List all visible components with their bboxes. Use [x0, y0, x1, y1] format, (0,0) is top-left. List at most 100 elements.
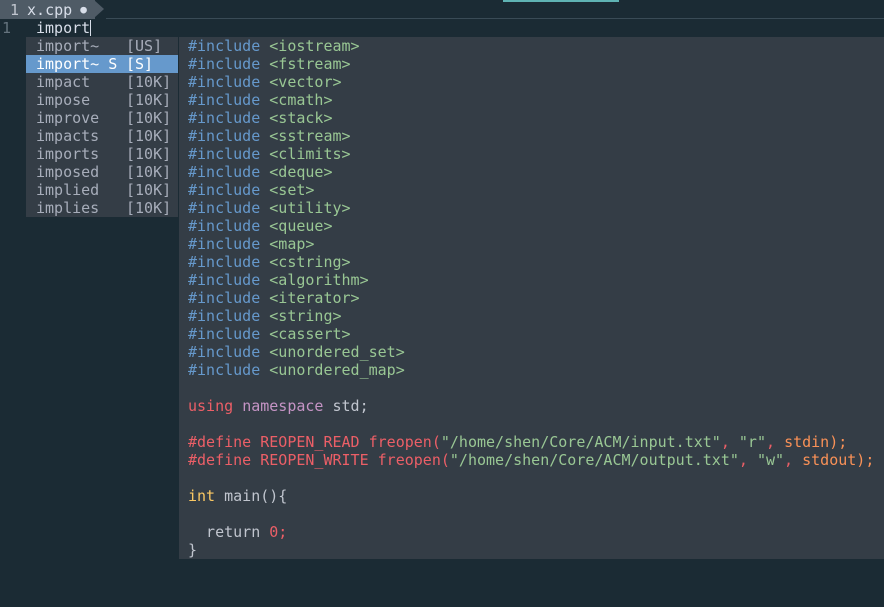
- preview-line: }: [179, 541, 884, 559]
- text-cursor: [90, 20, 92, 36]
- preview-line: #include <cassert>: [179, 325, 884, 343]
- completion-word: imposed: [36, 163, 100, 181]
- completion-item[interactable]: import~ S [S]: [26, 55, 178, 73]
- include-keyword: #include: [188, 109, 261, 127]
- include-keyword: #include: [188, 325, 261, 343]
- completion-kind: [10K]: [126, 109, 172, 127]
- namespace-name: std;: [323, 397, 369, 415]
- string-literal: "w": [756, 451, 785, 469]
- completion-item[interactable]: import~ [US]: [26, 37, 178, 55]
- tab-separator-arrow: [94, 0, 104, 18]
- completion-kind: [10K]: [126, 91, 172, 109]
- completion-kind: [US]: [126, 37, 163, 55]
- string-literal: "/home/shen/Core/ACM/input.txt": [440, 433, 721, 451]
- include-keyword: #include: [188, 253, 261, 271]
- include-keyword: #include: [188, 181, 261, 199]
- include-header: <iostream>: [269, 37, 360, 55]
- include-keyword: #include: [188, 37, 261, 55]
- include-header: <vector>: [269, 73, 342, 91]
- include-keyword: #include: [188, 271, 261, 289]
- include-header: <fstream>: [269, 55, 351, 73]
- editor-current-line[interactable]: import: [36, 19, 92, 37]
- stream-name: stdin);: [784, 433, 848, 451]
- completion-item[interactable]: impact [10K]: [26, 73, 178, 91]
- main-signature: main(){: [215, 487, 288, 505]
- include-keyword: #include: [188, 307, 261, 325]
- completion-word: import~ S: [36, 55, 118, 73]
- macro-name: REOPEN_READ freopen(: [251, 433, 441, 451]
- preview-line: #define REOPEN_WRITE freopen("/home/shen…: [179, 451, 884, 469]
- completion-kind: [10K]: [126, 127, 172, 145]
- preview-line: #include <cmath>: [179, 91, 884, 109]
- preview-line: #include <vector>: [179, 73, 884, 91]
- int-keyword: int: [188, 487, 216, 505]
- tab-number: 1: [10, 0, 20, 19]
- separator: ,: [766, 433, 785, 451]
- typed-text: import: [36, 19, 91, 37]
- include-header: <unordered_map>: [269, 361, 405, 379]
- preview-line: #include <unordered_map>: [179, 361, 884, 379]
- preview-line: #define REOPEN_READ freopen("/home/shen/…: [179, 433, 884, 451]
- include-header: <climits>: [269, 145, 351, 163]
- completion-word: implies: [36, 199, 100, 217]
- include-header: <cassert>: [269, 325, 351, 343]
- modified-dot-icon: ●: [80, 3, 87, 16]
- string-literal: "/home/shen/Core/ACM/output.txt": [449, 451, 739, 469]
- completion-kind: [10K]: [126, 199, 172, 217]
- completion-item[interactable]: imports [10K]: [26, 145, 178, 163]
- preview-line: #include <sstream>: [179, 127, 884, 145]
- include-keyword: #include: [188, 145, 261, 163]
- include-header: <cmath>: [269, 91, 333, 109]
- completion-item[interactable]: improve [10K]: [26, 109, 178, 127]
- tab-x-cpp[interactable]: 1 x.cpp ●: [0, 0, 95, 19]
- include-keyword: #include: [188, 343, 261, 361]
- include-header: <deque>: [269, 163, 333, 181]
- completion-item[interactable]: impacts [10K]: [26, 127, 178, 145]
- tabline-fill: [106, 18, 884, 19]
- define-keyword: #define: [188, 433, 252, 451]
- completion-kind: [S]: [126, 55, 154, 73]
- preview-line: int main(){: [179, 487, 884, 505]
- line-number: 1: [2, 19, 12, 37]
- preview-line: #include <stack>: [179, 109, 884, 127]
- completion-popup: import~ [US] import~ S [S] impact [10K] impose…: [26, 37, 178, 217]
- preview-line: #include <iostream>: [179, 37, 884, 55]
- define-keyword: #define: [188, 451, 252, 469]
- include-keyword: #include: [188, 55, 261, 73]
- preview-line: #include <algorithm>: [179, 271, 884, 289]
- include-header: <map>: [269, 235, 315, 253]
- completion-word: import~: [36, 37, 100, 55]
- completion-word: implied: [36, 181, 100, 199]
- include-keyword: #include: [188, 361, 261, 379]
- tab-filename: x.cpp: [27, 0, 73, 19]
- include-header: <sstream>: [269, 127, 351, 145]
- completion-word: imports: [36, 145, 100, 163]
- include-header: <cstring>: [269, 253, 351, 271]
- completion-kind: [10K]: [126, 181, 172, 199]
- include-header: <algorithm>: [269, 271, 369, 289]
- completion-word: impact: [36, 73, 91, 91]
- completion-word: improve: [36, 109, 100, 127]
- preview-line: #include <cstring>: [179, 253, 884, 271]
- namespace-keyword: namespace: [242, 397, 324, 415]
- preview-line: return 0;: [179, 523, 884, 541]
- include-keyword: #include: [188, 199, 261, 217]
- completion-item[interactable]: implies [10K]: [26, 199, 178, 217]
- completion-word: impacts: [36, 127, 100, 145]
- preview-line: #include <iterator>: [179, 289, 884, 307]
- string-literal: "r": [738, 433, 766, 451]
- include-header: <queue>: [269, 217, 333, 235]
- completion-item[interactable]: implied [10K]: [26, 181, 178, 199]
- include-keyword: #include: [188, 289, 261, 307]
- preview-window: #include <iostream> #include <fstream> #in…: [179, 37, 884, 559]
- include-keyword: #include: [188, 217, 261, 235]
- completion-item[interactable]: impose [10K]: [26, 91, 178, 109]
- using-keyword: using: [188, 397, 234, 415]
- include-header: <string>: [269, 307, 342, 325]
- completion-item[interactable]: imposed [10K]: [26, 163, 178, 181]
- preview-line: #include <string>: [179, 307, 884, 325]
